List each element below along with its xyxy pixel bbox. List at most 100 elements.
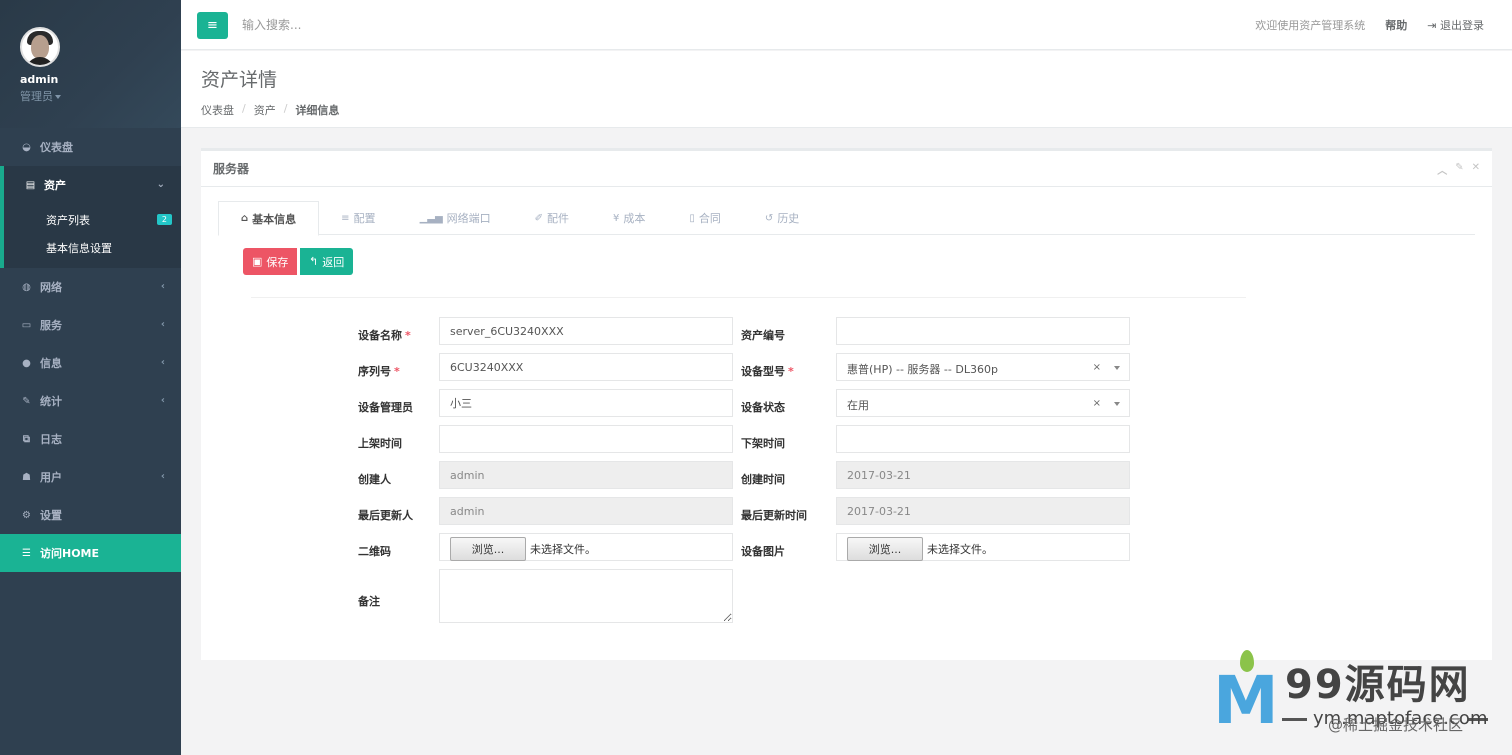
breadcrumb-assets[interactable]: 资产 [254,102,276,118]
sidebar-item-stats[interactable]: ✎ 统计 ‹ [0,382,181,420]
topbar: ≡ 欢迎使用资产管理系统 帮助 ⇥ 退出登录 [181,0,1512,50]
logo-m-icon: M [1213,662,1279,739]
copy-icon: ⧉ [22,433,31,445]
tab-parts[interactable]: ✐ 配件 [513,201,591,235]
sidebar-item-network[interactable]: ◍ 网络 ‹ [0,268,181,306]
serial-input[interactable] [439,353,733,381]
created-time-label: 创建时间 [741,473,785,486]
clear-icon[interactable]: × [1093,362,1101,373]
history-icon: ↺ [764,212,774,224]
sidebar-item-assets[interactable]: ▤ 资产 ⌄ [0,166,181,204]
file-icon: ▯ [689,212,695,224]
model-select[interactable]: 惠普(HP) -- 服务器 -- DL360p × [836,353,1130,381]
back-button[interactable]: ↰ 返回 [300,248,354,275]
sidebar-item-home[interactable]: ☰ 访问HOME [0,534,181,572]
dashboard-icon: ◒ [22,141,31,153]
online-time-input[interactable] [439,425,733,453]
menu-toggle-button[interactable]: ≡ [197,12,228,39]
asset-icon: ▤ [25,179,36,191]
yen-icon: ¥ [613,212,620,224]
sidebar-item-info[interactable]: ● 信息 ‹ [0,344,181,382]
creator-label: 创建人 [358,473,391,486]
sidebar-item-asset-list[interactable]: 资产列表 2 [4,206,181,234]
device-name-label: 设备名称 * [358,329,411,342]
sidebar-item-services[interactable]: ▭ 服务 ‹ [0,306,181,344]
reply-icon: ↰ [309,255,319,268]
tab-basic-info[interactable]: ⌂ 基本信息 [218,201,320,236]
profile-name: admin [20,73,59,86]
welcome-text: 欢迎使用资产管理系统 [1255,19,1366,32]
status-label: 设备状态 [741,401,785,414]
tab-cost[interactable]: ¥ 成本 [591,201,667,235]
dropdown-arrow-icon [1114,402,1120,406]
updated-time-label: 最后更新时间 [741,509,807,522]
chevron-left-icon: ‹ [160,357,165,368]
server-panel: 服务器 ︿ ✎ ✕ ⌂ 基本信息 ≡ 配置 ▁▃▅ 网络端口 ✐ 配件 ¥ 成本 ▯ 合同 … [201,148,1492,660]
page-title: 资产详情 [201,69,278,91]
qrcode-file-input[interactable]: 浏览... 未选择文件。 [439,533,733,561]
asset-no-label: 资产编号 [741,329,785,342]
chevron-left-icon: ‹ [160,471,165,482]
watermark: M 99源码网 ym.maptoface.com @稀土掘金技术社区 [1210,650,1510,750]
browse-button[interactable]: 浏览... [847,537,923,561]
sidebar: admin 管理员 ◒ 仪表盘 ▤ 资产 ⌄ 资产列表 2 基本信息设置 ◍ 网… [0,0,181,755]
notes-textarea[interactable] [439,569,733,623]
tab-config[interactable]: ≡ 配置 [319,201,397,235]
avatar[interactable] [20,27,60,67]
wrench-icon[interactable]: ✎ [1455,162,1463,177]
drive-icon: ▭ [21,319,32,331]
signal-icon: ▁▃▅ [419,212,443,224]
wrench-icon: ✐ [534,212,544,224]
image-label: 设备图片 [741,545,785,558]
tab-contract[interactable]: ▯ 合同 [667,201,743,235]
manager-label: 设备管理员 [358,401,413,414]
sidebar-item-users[interactable]: ☗ 用户 ‹ [0,458,181,496]
sidebar-submenu-assets: 资产列表 2 基本信息设置 [0,204,181,268]
breadcrumb-dashboard[interactable]: 仪表盘 [201,102,234,118]
floppy-icon: ▣ [252,255,263,268]
profile-role-dropdown[interactable]: 管理员 [20,88,181,104]
breadcrumb: 仪表盘 / 资产 / 详细信息 [201,102,340,118]
sidebar-item-logs[interactable]: ⧉ 日志 [0,420,181,458]
sidebar-item-settings[interactable]: ⚙ 设置 [0,496,181,534]
online-time-label: 上架时间 [358,437,402,450]
qrcode-label: 二维码 [358,545,391,558]
creator-field: admin [439,461,733,489]
sliders-icon: ≡ [341,212,350,224]
close-icon[interactable]: ✕ [1472,162,1480,177]
breadcrumb-current: 详细信息 [295,104,340,117]
manager-input[interactable] [439,389,733,417]
chevron-left-icon: ‹ [160,395,165,406]
asset-no-input[interactable] [836,317,1130,345]
users-icon: ☗ [22,471,31,483]
chevron-left-icon: ‹ [160,281,165,292]
panel-title: 服务器 ︿ ✎ ✕ [201,151,1492,187]
offline-time-input[interactable] [836,425,1130,453]
save-button[interactable]: ▣ 保存 [243,248,298,275]
notes-label: 备注 [358,595,380,608]
help-link[interactable]: 帮助 [1385,17,1407,33]
watermark-community: @稀土掘金技术社区 [1328,716,1464,734]
no-file-text: 未选择文件。 [927,543,993,556]
sign-out-icon: ⇥ [1427,19,1440,32]
profile-header: admin 管理员 [0,0,181,128]
bars-icon: ≡ [207,18,218,33]
dropdown-arrow-icon [1114,366,1120,370]
search-input[interactable] [242,16,442,34]
sidebar-item-dashboard[interactable]: ◒ 仪表盘 [0,128,181,166]
device-name-input[interactable] [439,317,733,345]
sidebar-item-basic-settings[interactable]: 基本信息设置 [4,234,181,262]
status-select[interactable]: 在用 × [836,389,1130,417]
image-file-input[interactable]: 浏览... 未选择文件。 [836,533,1130,561]
browse-button[interactable]: 浏览... [450,537,526,561]
no-file-text: 未选择文件。 [530,543,596,556]
clear-icon[interactable]: × [1093,398,1101,409]
tab-history[interactable]: ↺ 历史 [743,201,821,235]
logout-link[interactable]: ⇥ 退出登录 [1427,17,1484,33]
tab-network-ports[interactable]: ▁▃▅ 网络端口 [398,201,513,235]
chevron-left-icon: ‹ [160,319,165,330]
info-icon: ● [22,357,31,369]
divider [251,297,1246,298]
collapse-icon[interactable]: ︿ [1437,162,1447,177]
offline-time-label: 下架时间 [741,437,785,450]
